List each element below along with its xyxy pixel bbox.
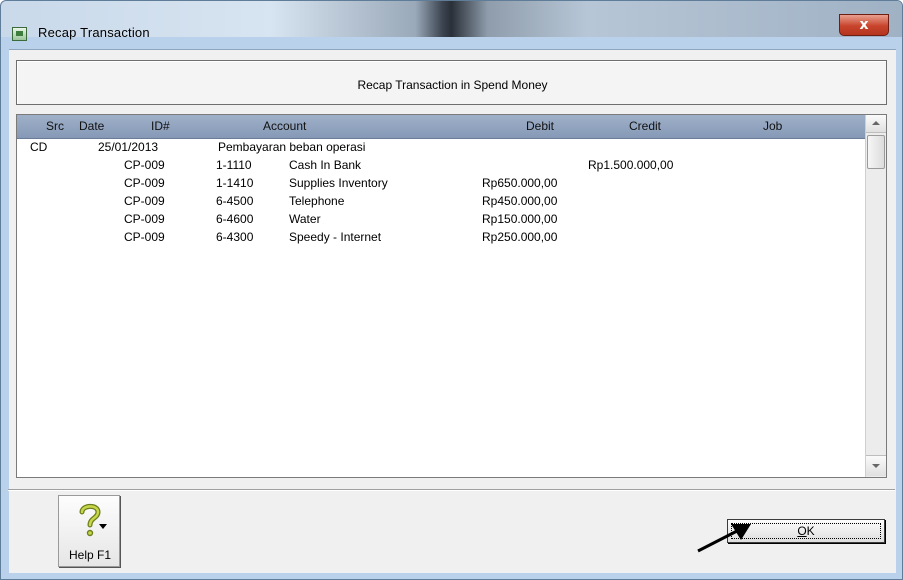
close-icon: x bbox=[859, 17, 869, 33]
cell-credit: Rp1.500.000,00 bbox=[588, 158, 674, 172]
cell-debit: Rp450.000,00 bbox=[482, 194, 558, 208]
cell-date: 25/01/2013 bbox=[98, 140, 159, 154]
chevron-up-icon bbox=[872, 121, 880, 125]
table-row[interactable]: CP-009 1-1410 Supplies Inventory Rp650.0… bbox=[17, 176, 865, 192]
transaction-grid[interactable]: Src Date ID# Account Debit Credit Job CD… bbox=[16, 114, 887, 478]
column-header-job[interactable]: Job bbox=[763, 119, 782, 133]
scroll-thumb[interactable] bbox=[867, 135, 885, 169]
caret-down-icon bbox=[99, 524, 107, 529]
cell-id: CP-009 bbox=[124, 158, 165, 172]
ok-mnemonic: O bbox=[797, 524, 807, 538]
chevron-down-icon bbox=[872, 464, 880, 468]
help-button[interactable]: Help F1 bbox=[58, 495, 120, 567]
column-header-account[interactable]: Account bbox=[263, 119, 306, 133]
cell-src: CD bbox=[30, 140, 48, 154]
table-row[interactable]: CD 25/01/2013 Pembayaran beban operasi bbox=[17, 140, 865, 156]
column-header-date[interactable]: Date bbox=[79, 119, 104, 133]
annotation-arrow-icon bbox=[697, 524, 751, 553]
title-bar[interactable]: Recap Transaction x bbox=[1, 1, 902, 41]
cell-id: CP-009 bbox=[124, 230, 165, 244]
cell-id: CP-009 bbox=[124, 212, 165, 226]
cell-memo: Pembayaran beban operasi bbox=[218, 140, 366, 154]
ok-label-rest: K bbox=[806, 524, 815, 538]
help-label: Help F1 bbox=[68, 548, 112, 562]
window-title: Recap Transaction bbox=[38, 25, 150, 40]
footer-divider bbox=[8, 489, 895, 491]
grid-header-row: Src Date ID# Account Debit Credit Job bbox=[17, 115, 865, 139]
table-row[interactable]: CP-009 1-1110 Cash In Bank Rp1.500.000,0… bbox=[17, 158, 865, 174]
cell-account-number: 1-1410 bbox=[216, 176, 254, 190]
question-mark-icon bbox=[79, 503, 101, 537]
vertical-scrollbar[interactable] bbox=[865, 115, 886, 477]
cell-account-name: Telephone bbox=[289, 194, 345, 208]
column-header-id[interactable]: ID# bbox=[151, 119, 170, 133]
cell-account-name: Cash In Bank bbox=[289, 158, 362, 172]
cell-account-number: 6-4600 bbox=[216, 212, 254, 226]
table-row[interactable]: CP-009 6-4300 Speedy - Internet Rp250.00… bbox=[17, 230, 865, 246]
scroll-up-button[interactable] bbox=[866, 115, 886, 133]
column-header-credit[interactable]: Credit bbox=[629, 119, 661, 133]
close-button[interactable]: x bbox=[839, 14, 889, 36]
cell-id: CP-009 bbox=[124, 176, 165, 190]
column-header-debit[interactable]: Debit bbox=[526, 119, 554, 133]
cell-account-name: Supplies Inventory bbox=[289, 176, 388, 190]
cell-debit: Rp650.000,00 bbox=[482, 176, 558, 190]
scroll-down-button[interactable] bbox=[866, 455, 886, 476]
cell-account-name: Water bbox=[289, 212, 321, 226]
cell-account-number: 1-1110 bbox=[216, 158, 252, 172]
cell-debit: Rp150.000,00 bbox=[482, 212, 558, 226]
column-header-src[interactable]: Src bbox=[46, 119, 64, 133]
header-title: Recap Transaction in Spend Money bbox=[357, 78, 548, 92]
cell-debit: Rp250.000,00 bbox=[482, 230, 558, 244]
cell-account-number: 6-4500 bbox=[216, 194, 254, 208]
table-row[interactable]: CP-009 6-4600 Water Rp150.000,00 bbox=[17, 212, 865, 228]
cell-account-number: 6-4300 bbox=[216, 230, 254, 244]
cell-account-name: Speedy - Internet bbox=[289, 230, 382, 244]
header-panel: Recap Transaction in Spend Money bbox=[16, 60, 887, 105]
app-icon bbox=[12, 27, 27, 41]
cell-id: CP-009 bbox=[124, 194, 165, 208]
table-row[interactable]: CP-009 6-4500 Telephone Rp450.000,00 bbox=[17, 194, 865, 210]
